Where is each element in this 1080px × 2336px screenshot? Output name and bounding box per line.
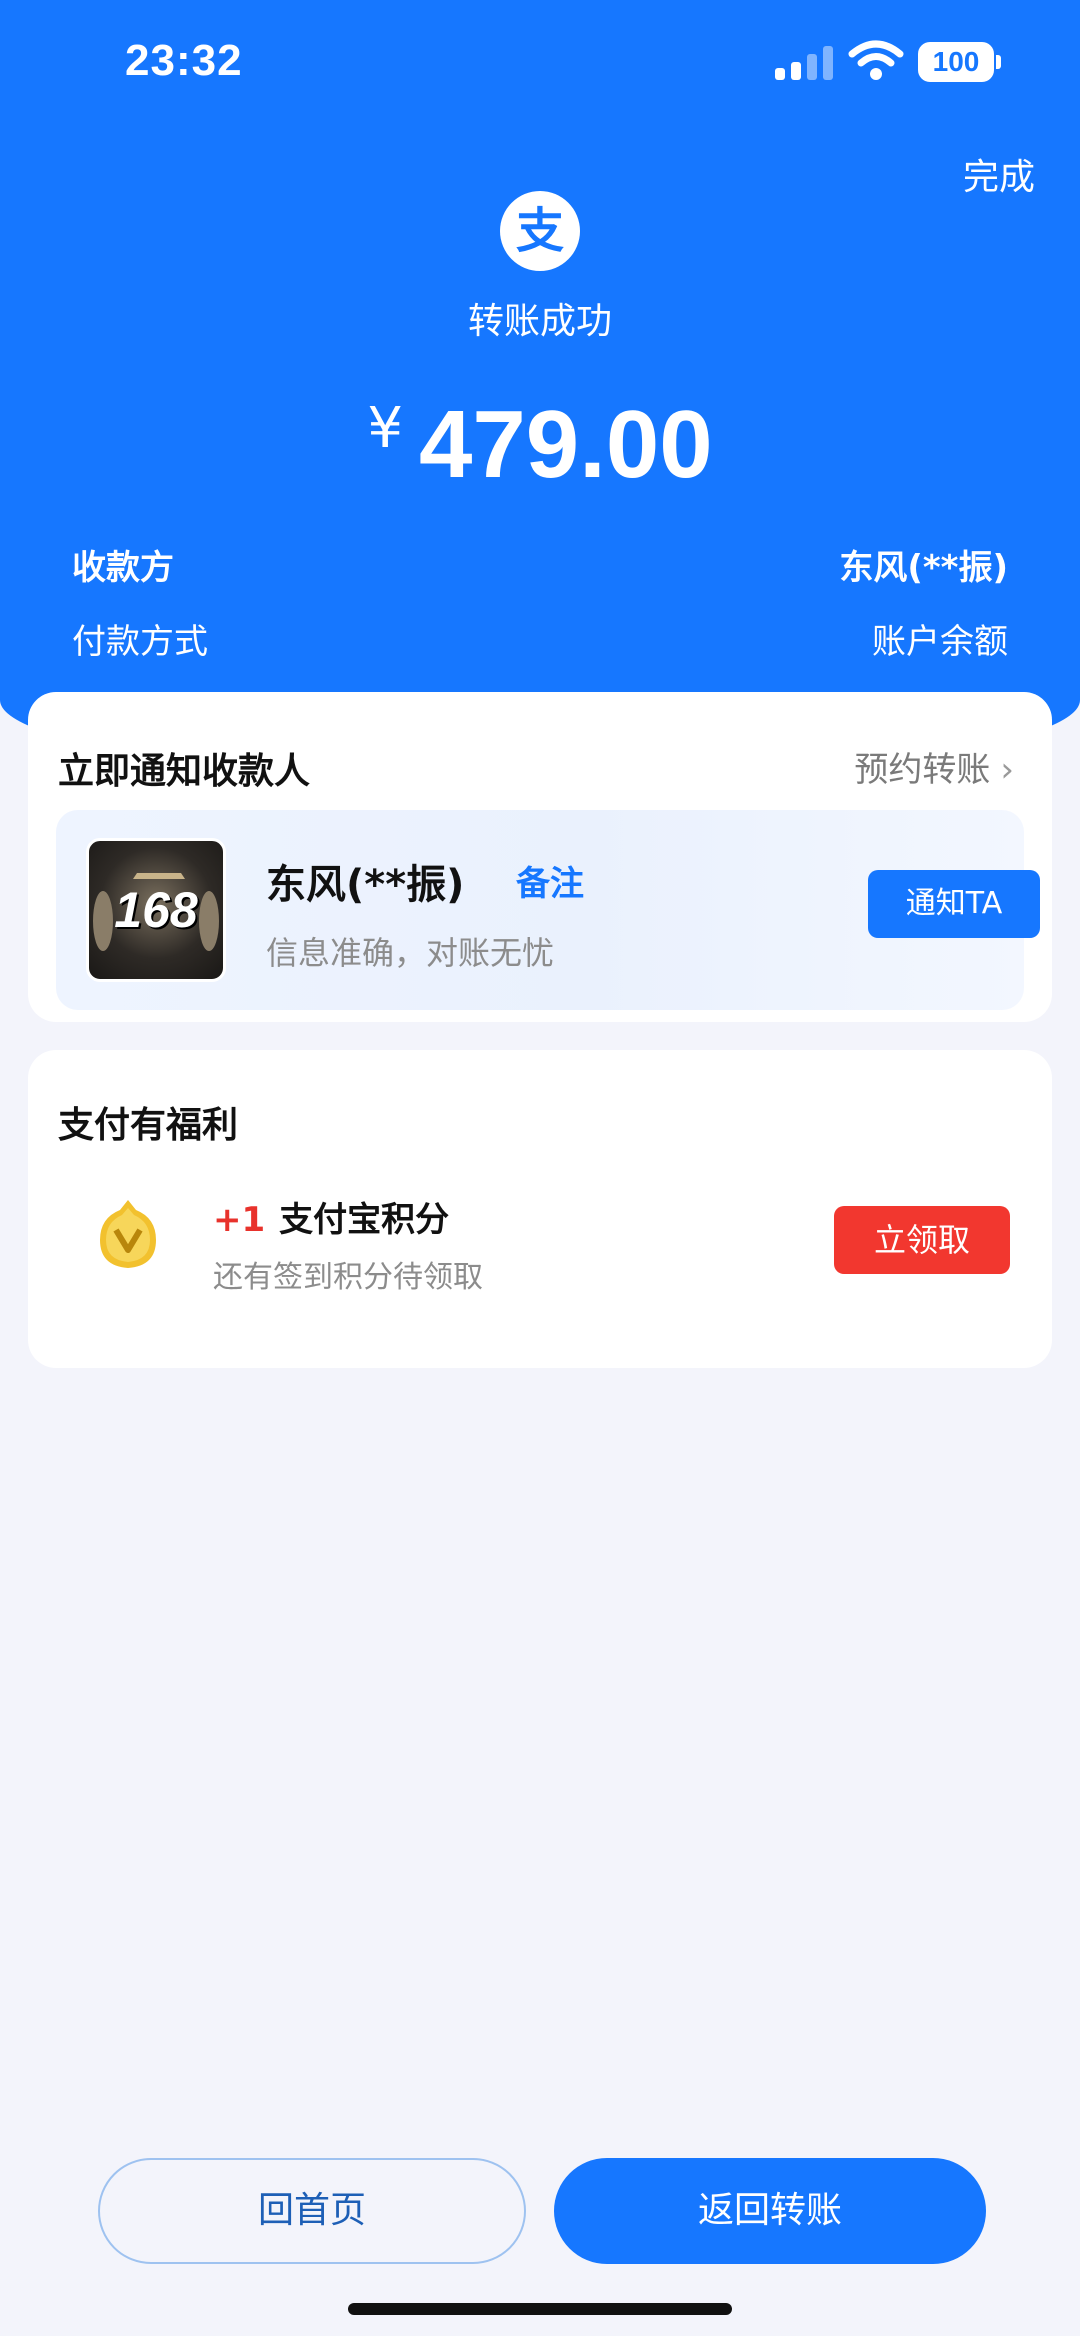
crown-icon <box>133 853 185 879</box>
recipient-box: 168 东风(**振) 备注 信息准确，对账无忧 通知TA <box>56 810 1040 1010</box>
payee-label: 收款方 <box>72 548 174 588</box>
avatar: 168 <box>86 838 226 982</box>
cellular-signal-icon <box>775 46 835 80</box>
chevron-right-icon: › <box>1000 750 1014 790</box>
schedule-transfer-label: 预约转账 <box>854 750 991 790</box>
battery-tip <box>996 55 1001 69</box>
amount-value: 479.00 <box>419 391 713 498</box>
notify-card-title: 立即通知收款人 <box>58 751 311 792</box>
schedule-transfer-link[interactable]: 预约转账 › <box>854 742 1014 791</box>
transfer-status: 转账成功 <box>467 301 612 342</box>
payee-value: 东风(**振) <box>839 548 1008 588</box>
claim-button[interactable]: 立领取 <box>834 1206 1010 1274</box>
back-to-transfer-button[interactable]: 返回转账 <box>554 2158 986 2264</box>
benefits-card-title: 支付有福利 <box>58 1105 239 1146</box>
status-time: 23:32 <box>125 36 243 85</box>
payment-method-value: 账户余额 <box>872 622 1008 662</box>
points-label: 支付宝积分 <box>279 1200 450 1240</box>
points-prefix: +1 <box>213 1200 266 1240</box>
home-indicator[interactable] <box>348 2303 732 2315</box>
recipient-subtitle: 信息准确，对账无忧 <box>266 934 555 972</box>
avatar-text: 168 <box>114 882 198 938</box>
status-bar: 23:32 100 <box>0 0 1080 120</box>
currency-symbol: ¥ <box>367 396 403 461</box>
points-coin-icon <box>100 1200 156 1268</box>
alipay-logo-icon: 支 <box>500 191 580 271</box>
remark-link[interactable]: 备注 <box>516 856 584 905</box>
points-title: +1 支付宝积分 <box>213 1192 449 1241</box>
notify-button[interactable]: 通知TA <box>868 870 1040 938</box>
wifi-icon <box>848 40 904 80</box>
benefits-card: 支付有福利 +1 支付宝积分 还有签到积分待领取 立领取 <box>28 1050 1052 1368</box>
recipient-name: 东风(**振) <box>266 862 465 908</box>
notify-recipient-card: 立即通知收款人 预约转账 › 168 东风(**振) 备注 信息准确，对账无忧 通… <box>28 692 1052 1022</box>
transfer-amount: ¥479.00 <box>0 390 1080 500</box>
home-button[interactable]: 回首页 <box>98 2158 526 2264</box>
payment-method-label: 付款方式 <box>72 622 208 662</box>
points-subtitle: 还有签到积分待领取 <box>213 1260 483 1295</box>
done-button[interactable]: 完成 <box>963 148 1035 200</box>
battery-icon: 100 <box>918 42 994 82</box>
